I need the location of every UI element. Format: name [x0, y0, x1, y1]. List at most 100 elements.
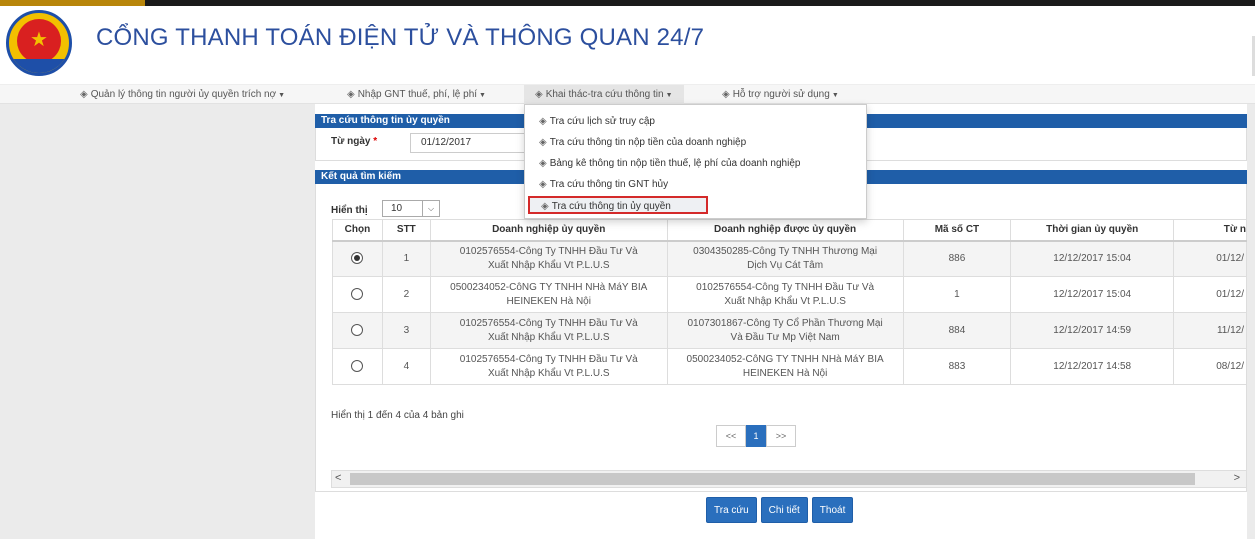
row-select-cell [332, 312, 383, 349]
left-margin [0, 104, 315, 539]
authorized-cell: 0304350285-Công Ty TNHH Thương Mại Dịch V… [666, 240, 904, 277]
authorized-cell: 0107301867-Công Ty Cổ Phần Thương Mại Và … [666, 312, 904, 349]
nav-tax-payment-entry[interactable]: ◈ Nhập GNT thuế, phí, lệ phí ▼ [347, 85, 486, 104]
nav-authorization-management[interactable]: ◈ Quản lý thông tin người ủy quyền trích … [80, 85, 285, 104]
table-header-row: Chọn STT Doanh nghiệp ủy quyền Doanh ngh… [332, 219, 1247, 242]
caret-down-icon: ▼ [479, 92, 486, 99]
gem-icon: ◈ [539, 116, 547, 127]
prev-page-button[interactable]: << [716, 425, 746, 447]
col-authorization-time[interactable]: Thời gian ủy quyền [1010, 219, 1175, 242]
results-table: Chọn STT Doanh nghiệp ủy quyền Doanh ngh… [332, 219, 1247, 385]
from-date-cell: 01/12/ [1173, 276, 1247, 313]
site-title: CỔNG THANH TOÁN ĐIỆN TỬ VÀ THÔNG QUAN 24… [96, 24, 705, 51]
authorizing-cell: 0102576554-Công Ty TNHH Đầu Tư Và Xuất Nh… [429, 312, 668, 349]
scrollbar-thumb[interactable] [350, 473, 1195, 485]
col-authorized-company[interactable]: Doanh nghiệp được ủy quyền [666, 219, 904, 242]
customs-logo-icon: ★ [6, 10, 72, 76]
table-row[interactable]: 2 0500234052-CôNG TY TNHH NHà MáY BIA HEI… [332, 276, 1247, 313]
row-select-cell [332, 240, 383, 277]
time-cell: 12/12/2017 15:04 [1010, 276, 1175, 313]
authorized-cell: 0102576554-Công Ty TNHH Đầu Tư Và Xuất Nh… [666, 276, 904, 313]
row-radio[interactable] [351, 287, 364, 300]
action-buttons: Tra cứu Chi tiết Thoát [706, 497, 854, 523]
row-radio[interactable] [351, 359, 364, 372]
page-size-select[interactable]: 10 ⌵ [382, 200, 440, 217]
caret-down-icon: ▼ [278, 92, 286, 99]
gem-icon: ◈ [539, 158, 547, 169]
stt-cell: 1 [381, 240, 431, 277]
scroll-right-icon[interactable]: > [1234, 472, 1240, 484]
detail-button[interactable]: Chi tiết [760, 497, 808, 523]
results-table-viewport: Chọn STT Doanh nghiệp ủy quyền Doanh ngh… [332, 219, 1247, 389]
authorizing-cell: 0102576554-Công Ty TNHH Đầu Tư Và Xuất Nh… [429, 348, 668, 385]
time-cell: 12/12/2017 14:58 [1010, 348, 1175, 385]
gem-icon: ◈ [80, 89, 88, 100]
from-date-label: Từ ngày * [331, 136, 378, 147]
logo-band [9, 59, 69, 73]
site-header: ★ CỔNG THANH TOÁN ĐIỆN TỬ VÀ THÔNG QUAN … [0, 6, 1255, 84]
col-from-date[interactable]: Từ n [1173, 219, 1247, 242]
nav-label: Hỗ trợ người sử dụng [732, 89, 830, 100]
nav-lookup[interactable]: ◈ Khai thác-tra cứu thông tin ▼ [524, 85, 684, 104]
row-select-cell [332, 348, 383, 385]
code-cell: 884 [902, 312, 1012, 349]
authorizing-cell: 0102576554-Công Ty TNHH Đầu Tư Và Xuất Nh… [429, 240, 668, 277]
scroll-left-icon[interactable]: < [335, 472, 341, 484]
current-page-button[interactable]: 1 [746, 425, 766, 447]
table-row[interactable]: 1 0102576554-Công Ty TNHH Đầu Tư Và Xuất … [332, 240, 1247, 277]
row-radio[interactable] [351, 252, 364, 265]
nav-user-support[interactable]: ◈ Hỗ trợ người sử dụng ▼ [722, 85, 839, 104]
gem-icon: ◈ [347, 89, 355, 100]
gem-icon: ◈ [722, 89, 730, 100]
from-date-input[interactable]: 01/12/2017 [410, 133, 534, 153]
required-mark: * [373, 136, 378, 147]
menu-item-payment-lookup[interactable]: ◈ Tra cứu thông tin nộp tiền của doanh ng… [539, 134, 746, 152]
gem-icon: ◈ [535, 89, 543, 100]
logo-star-icon: ★ [30, 29, 48, 51]
stt-cell: 4 [381, 348, 431, 385]
pagination: << 1 >> [716, 425, 796, 447]
authorizing-cell: 0500234052-CôNG TY TNHH NHà MáY BIA HEINE… [429, 276, 668, 313]
menu-item-cancelled-gnt[interactable]: ◈ Tra cứu thông tin GNT hủy [539, 176, 668, 194]
col-select[interactable]: Chọn [332, 219, 383, 242]
exit-button[interactable]: Thoát [811, 497, 854, 523]
code-cell: 886 [902, 240, 1012, 277]
stt-cell: 2 [381, 276, 431, 313]
right-margin [1247, 104, 1255, 539]
from-date-cell: 11/12/ [1173, 312, 1247, 349]
records-summary: Hiển thị 1 đến 4 của 4 bản ghi [331, 410, 464, 421]
row-radio[interactable] [351, 323, 364, 336]
table-row[interactable]: 4 0102576554-Công Ty TNHH Đầu Tư Và Xuất … [332, 348, 1247, 385]
code-cell: 883 [902, 348, 1012, 385]
nav-label: Khai thác-tra cứu thông tin [545, 89, 664, 100]
caret-down-icon: ▼ [665, 92, 673, 99]
main-navbar: ◈ Quản lý thông tin người ủy quyền trích … [0, 84, 1255, 104]
gem-icon: ◈ [539, 179, 547, 190]
nav-label: Nhập GNT thuế, phí, lệ phí [357, 89, 478, 100]
nav-label: Quản lý thông tin người ủy quyền trích n… [90, 89, 277, 100]
table-row[interactable]: 3 0102576554-Công Ty TNHH Đầu Tư Và Xuất … [332, 312, 1247, 349]
lookup-dropdown-menu: ◈ Tra cứu lịch sử truy cập ◈ Tra cứu thông… [524, 104, 867, 219]
col-code[interactable]: Mã số CT [902, 219, 1012, 242]
col-stt[interactable]: STT [381, 219, 431, 242]
time-cell: 12/12/2017 15:04 [1010, 240, 1175, 277]
horizontal-scrollbar[interactable]: < > [331, 470, 1247, 488]
menu-item-authorization-lookup[interactable]: ◈ Tra cứu thông tin ủy quyền [528, 196, 708, 214]
stt-cell: 3 [381, 312, 431, 349]
code-cell: 1 [902, 276, 1012, 313]
col-authorizing-company[interactable]: Doanh nghiệp ủy quyền [429, 219, 668, 242]
row-select-cell [332, 276, 383, 313]
chevron-down-icon: ⌵ [422, 201, 439, 216]
authorized-cell: 0500234052-CôNG TY TNHH NHà MáY BIA HEINE… [666, 348, 904, 385]
next-page-button[interactable]: >> [766, 425, 796, 447]
search-button[interactable]: Tra cứu [706, 497, 757, 523]
gem-icon: ◈ [541, 201, 549, 212]
from-date-cell: 01/12/ [1173, 240, 1247, 277]
gem-icon: ◈ [539, 137, 547, 148]
menu-item-access-history[interactable]: ◈ Tra cứu lịch sử truy cập [539, 113, 655, 131]
menu-item-payment-statement[interactable]: ◈ Bảng kê thông tin nộp tiền thuế, lệ phí… [539, 155, 800, 173]
caret-down-icon: ▼ [831, 92, 839, 99]
time-cell: 12/12/2017 14:59 [1010, 312, 1175, 349]
page-size-label: Hiển thị [331, 205, 368, 216]
from-date-cell: 08/12/ [1173, 348, 1247, 385]
